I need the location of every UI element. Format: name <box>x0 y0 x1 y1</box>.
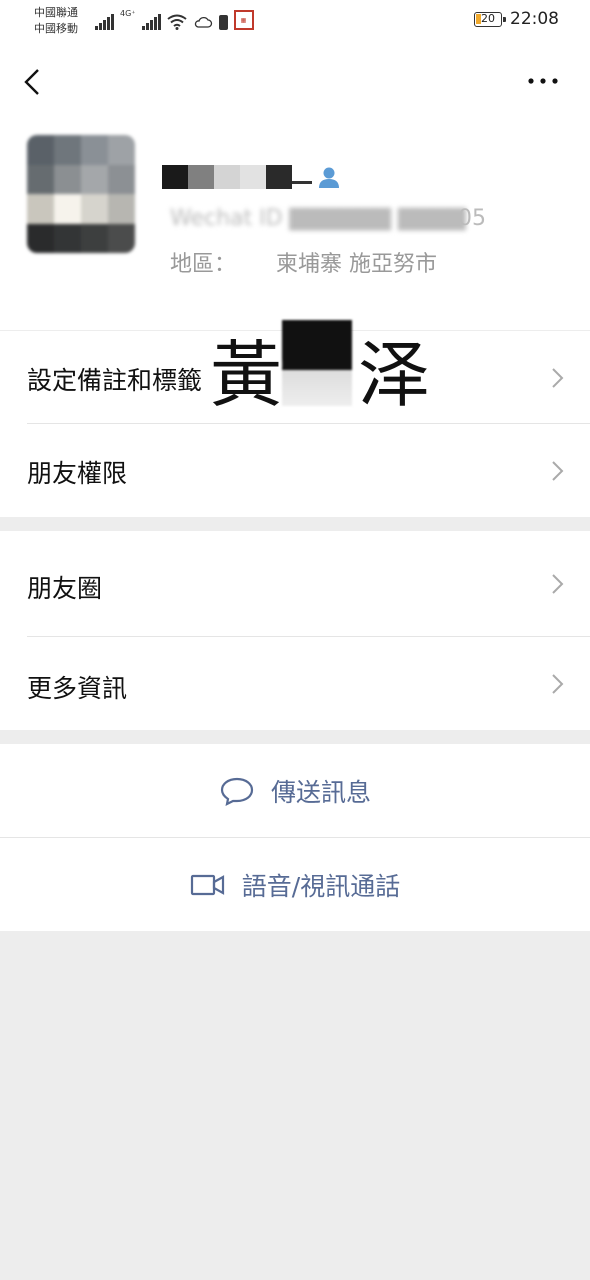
more-button[interactable] <box>520 66 568 96</box>
menu-item-label: 設定備註和標籤 <box>27 366 203 395</box>
chevron-right-icon <box>552 674 564 694</box>
clock: 22:08 <box>510 9 559 29</box>
wechat-id-suffix: 05 <box>458 206 486 231</box>
menu-item-label: 朋友圈 <box>27 574 103 603</box>
chat-bubble-icon <box>220 777 254 806</box>
signal-icon-2 <box>141 14 161 30</box>
menu-item-friend-permissions[interactable]: 朋友權限 <box>0 424 590 517</box>
video-camera-icon <box>190 874 224 895</box>
carrier-1: 中國聯通 <box>34 6 78 19</box>
app-notification-icon: ▦ <box>233 10 254 30</box>
chevron-left-icon <box>24 69 39 95</box>
carrier-2: 中國移動 <box>34 22 78 35</box>
call-label: 語音/視訊通話 <box>241 871 401 901</box>
redacted-block <box>188 165 214 189</box>
region-label: 地區： <box>170 252 237 277</box>
redacted-block <box>292 170 312 184</box>
status-bar: 中國聯通 中國移動 4G⁺ ▦ 20 22:08 <box>0 0 590 44</box>
menu-item-moments[interactable]: 朋友圈 <box>0 531 590 637</box>
cloud-icon <box>194 16 212 28</box>
more-dots-icon <box>528 78 558 84</box>
network-type-label: 4G⁺ <box>120 9 136 18</box>
battery-level: 20 <box>481 12 495 25</box>
menu-item-label: 更多資訊 <box>27 674 128 703</box>
back-button[interactable] <box>18 62 50 102</box>
region-info: 地區： 柬埔寨 施亞努市 <box>170 246 437 278</box>
redacted-block <box>266 165 292 189</box>
status-icons: 4G⁺ ▦ <box>95 10 254 30</box>
action-section: 傳送訊息 語音/視訊通話 <box>0 744 590 931</box>
redacted-block <box>214 165 240 189</box>
send-message-button[interactable]: 傳送訊息 <box>0 744 590 837</box>
battery-indicator: 20 <box>474 12 506 27</box>
wifi-icon <box>166 14 187 30</box>
voice-video-call-button[interactable]: 語音/視訊通話 <box>0 838 590 931</box>
signal-icon <box>95 14 114 30</box>
chevron-right-icon <box>552 574 564 594</box>
menu-section-2: 朋友圈 更多資訊 <box>0 531 590 730</box>
profile-header: Wechat ID ▇▇▇▇▇▇ ▇▇▇▇ 05 地區： 柬埔寨 施亞努市 <box>0 44 590 330</box>
redacted-block <box>162 165 188 189</box>
redacted-block <box>240 165 266 189</box>
region-value: 柬埔寨 施亞努市 <box>276 252 438 277</box>
carrier-info: 中國聯通 中國移動 <box>34 5 78 37</box>
user-icon <box>319 167 339 188</box>
battery-alert-icon <box>218 15 228 30</box>
nickname-redacted <box>162 162 342 192</box>
avatar[interactable] <box>27 135 135 253</box>
send-message-label: 傳送訊息 <box>270 777 371 807</box>
overlay-name-text: 黃 泽 <box>210 333 433 417</box>
chevron-right-icon <box>552 461 564 481</box>
wechat-id-redacted: Wechat ID ▇▇▇▇▇▇ ▇▇▇▇ <box>170 206 466 231</box>
menu-item-label: 朋友權限 <box>27 459 128 488</box>
chevron-right-icon <box>552 368 564 388</box>
menu-item-more-info[interactable]: 更多資訊 <box>0 637 590 730</box>
